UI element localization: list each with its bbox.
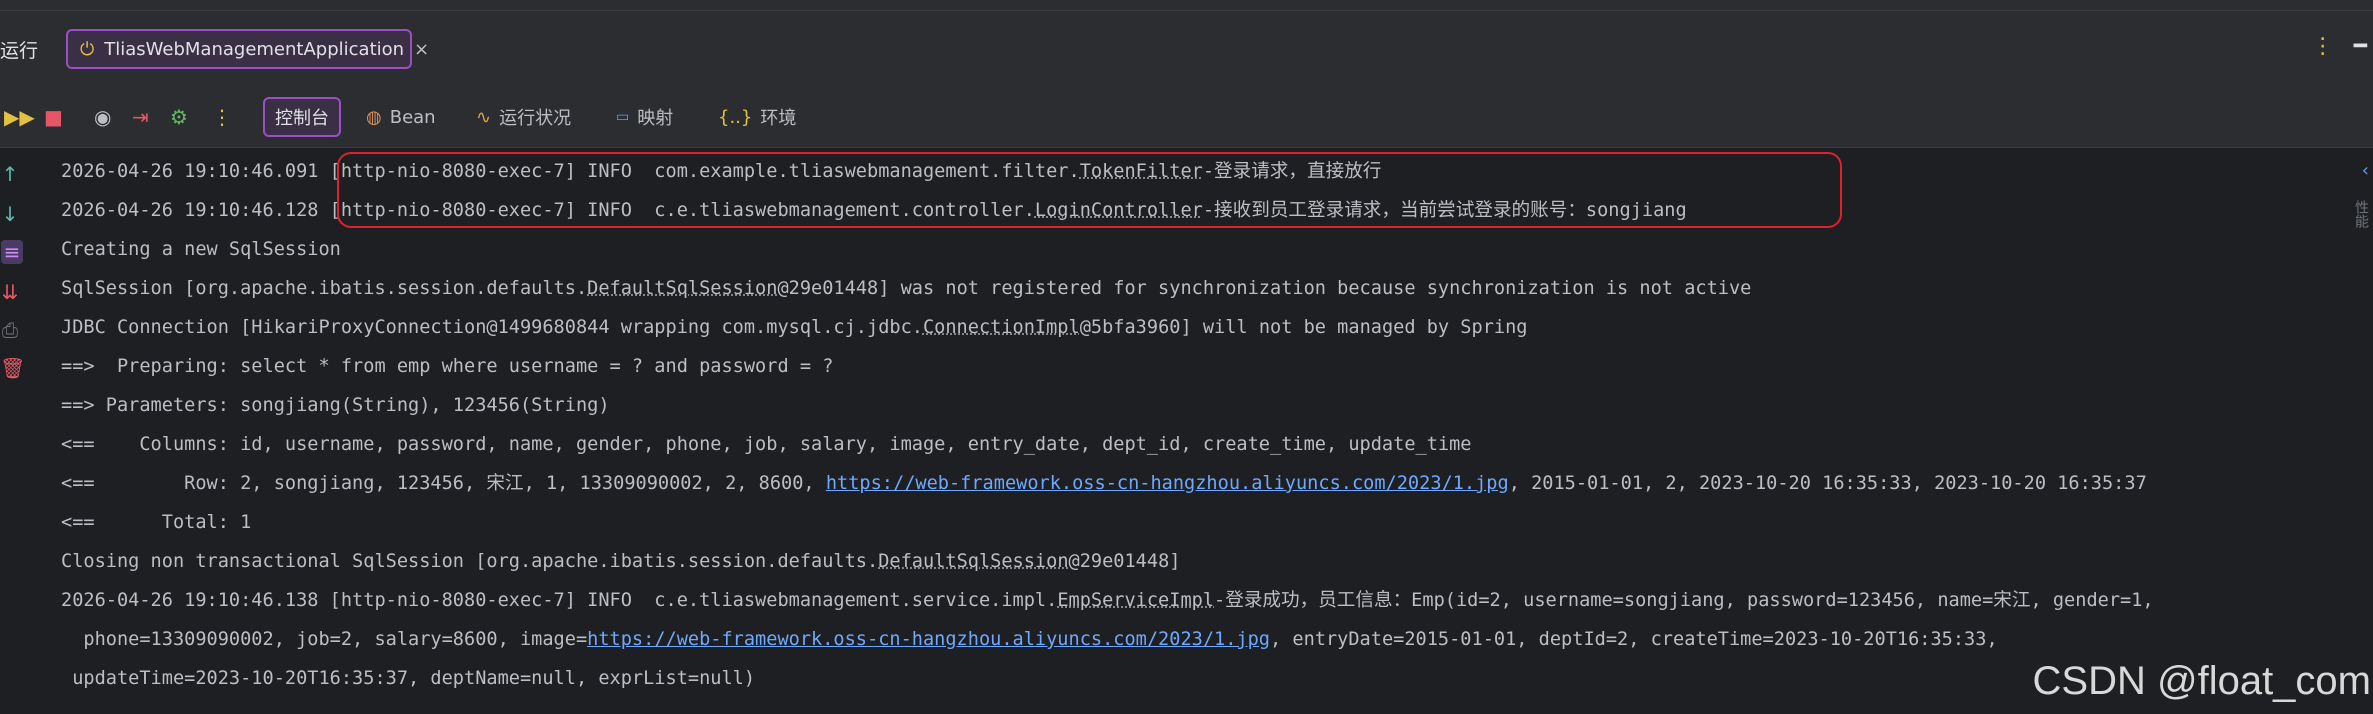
- console-text: <== Columns: id, username, password, nam…: [61, 434, 1472, 455]
- console-text: <== Row: 2, songjiang, 123456, 宋江, 1, 13…: [61, 473, 826, 494]
- class-reference[interactable]: DefaultSqlSession: [878, 551, 1068, 572]
- console-line: ==> Preparing: select * from emp where u…: [61, 347, 2351, 386]
- console-text: Creating a new SqlSession: [61, 239, 341, 260]
- tab-health-label: 运行状况: [499, 108, 572, 129]
- console-text: , 2015-01-01, 2, 2023-10-20 16:35:33, 20…: [1508, 473, 2147, 494]
- soft-wrap-icon[interactable]: ≡: [1, 240, 23, 264]
- console-line: 2026-04-26 19:10:46.138 [http-nio-8080-e…: [61, 581, 2351, 620]
- more-options-icon[interactable]: ⋮: [2312, 34, 2334, 59]
- performance-label: 性能: [2353, 200, 2369, 228]
- console-text: <== Total: 1: [61, 512, 252, 533]
- console-line: JDBC Connection [HikariProxyConnection@1…: [61, 308, 2351, 347]
- run-config-tab-title: TliasWebManagementApplication: [104, 38, 405, 60]
- api-icon: ▭: [616, 109, 630, 125]
- settings-icon[interactable]: ⚙: [170, 105, 188, 129]
- console-line: updateTime=2023-10-20T16:35:37, deptName…: [61, 659, 2351, 698]
- console-line: <== Columns: id, username, password, nam…: [61, 425, 2351, 464]
- right-rail: ‹ 性能: [2351, 148, 2373, 714]
- tab-mappings[interactable]: ▭ 映射: [606, 97, 683, 137]
- console-line: SqlSession [org.apache.ibatis.session.de…: [61, 269, 2351, 308]
- exit-icon[interactable]: ⇥: [132, 105, 149, 129]
- class-reference[interactable]: ConnectionImpl: [923, 317, 1080, 338]
- braces-icon: {..}: [718, 106, 753, 128]
- console-line: phone=13309090002, job=2, salary=8600, i…: [61, 620, 2351, 659]
- tab-bean-label: Bean: [389, 106, 436, 128]
- console-text: phone=13309090002, job=2, salary=8600, i…: [61, 629, 588, 650]
- watermark: CSDN @float_com: [2032, 659, 2371, 703]
- panel-actions: ⋮ ━: [2312, 34, 2367, 59]
- clear-console-icon[interactable]: 🗑: [0, 356, 25, 380]
- console-line: ==> Parameters: songjiang(String), 12345…: [61, 386, 2351, 425]
- console-gutter: ↑ ↓ ≡ ⇊ ⎙ 🗑: [0, 148, 40, 714]
- console-line: <== Row: 2, songjiang, 123456, 宋江, 1, 13…: [61, 464, 2351, 503]
- console-text: updateTime=2023-10-20T16:35:37, deptName…: [61, 668, 756, 689]
- class-reference[interactable]: DefaultSqlSession: [587, 278, 777, 299]
- console-line: <== Total: 1: [61, 503, 2351, 542]
- scroll-to-end-icon[interactable]: ⇊: [0, 280, 20, 304]
- pulse-icon: ∿: [476, 106, 492, 128]
- console-line: Closing non transactional SqlSession [or…: [61, 542, 2351, 581]
- console-link[interactable]: https://web-framework.oss-cn-hangzhou.al…: [826, 473, 1509, 494]
- console-text: Closing non transactional SqlSession [or…: [61, 551, 879, 572]
- tab-health[interactable]: ∿ 运行状况: [466, 97, 581, 137]
- power-icon: ⏻: [80, 38, 95, 60]
- tab-environment-label: 环境: [760, 108, 797, 129]
- scroll-down-icon[interactable]: ↓: [0, 202, 20, 226]
- console-text: -登录成功，员工信息：Emp(id=2, username=songjiang,…: [1214, 590, 2154, 611]
- console-text: @29e01448] was not registered for synchr…: [777, 278, 1752, 299]
- camera-icon[interactable]: ◉: [94, 105, 111, 129]
- console-text: 2026-04-26 19:10:46.138 [http-nio-8080-e…: [61, 590, 1058, 611]
- chevron-left-icon[interactable]: ‹: [2362, 160, 2369, 181]
- run-config-tab[interactable]: ⏻ TliasWebManagementApplication ×: [66, 29, 429, 69]
- console-text: SqlSession [org.apache.ibatis.session.de…: [61, 278, 588, 299]
- tab-environment[interactable]: {..} 环境: [708, 97, 806, 137]
- console-link[interactable]: https://web-framework.oss-cn-hangzhou.al…: [587, 629, 1270, 650]
- console-text: , entryDate=2015-01-01, deptId=2, create…: [1270, 629, 1998, 650]
- rerun-icon[interactable]: ▶▶: [4, 105, 35, 129]
- close-icon[interactable]: ×: [414, 39, 429, 60]
- print-icon[interactable]: ⎙: [0, 318, 20, 342]
- minimize-icon[interactable]: ━: [2354, 34, 2367, 59]
- tab-console-label: 控制台: [275, 108, 329, 129]
- console-text: ==> Preparing: select * from emp where u…: [61, 356, 834, 377]
- tab-console[interactable]: 控制台: [263, 97, 341, 137]
- console-toolbar: ▶▶ ■ ◉ ⇥ ⚙ ⋮ 控制台 ◍ Bean ∿ 运行状况 ▭ 映射 {..}…: [0, 91, 2373, 148]
- scroll-up-icon[interactable]: ↑: [0, 162, 20, 186]
- console-text: @29e01448]: [1068, 551, 1181, 572]
- run-panel-label: 运行: [0, 40, 39, 62]
- class-reference[interactable]: EmpServiceImpl: [1057, 590, 1214, 611]
- more-actions-icon[interactable]: ⋮: [212, 105, 232, 129]
- tab-mappings-label: 映射: [637, 108, 674, 129]
- stop-icon[interactable]: ■: [44, 105, 63, 129]
- bean-icon: ◍: [366, 106, 382, 128]
- console-line: Creating a new SqlSession: [61, 230, 2351, 269]
- top-strip: [0, 0, 2373, 11]
- console-text: @5bfa3960] will not be managed by Spring: [1079, 317, 1528, 338]
- console-text: JDBC Connection [HikariProxyConnection@1…: [61, 317, 923, 338]
- console-text: ==> Parameters: songjiang(String), 12345…: [61, 395, 610, 416]
- console-output[interactable]: 2026-04-26 19:10:46.091 [http-nio-8080-e…: [61, 152, 2351, 714]
- tab-bean[interactable]: ◍ Bean: [356, 97, 446, 137]
- highlight-box: [337, 152, 1842, 228]
